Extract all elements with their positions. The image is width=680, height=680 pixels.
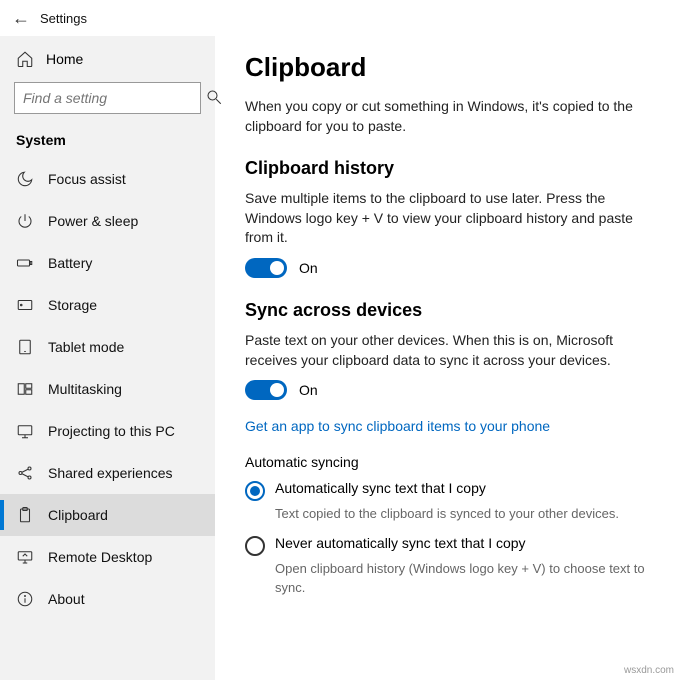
sidebar: Home System Focus assist Power & sleep Bat… (0, 36, 215, 680)
sidebar-item-label: About (48, 591, 85, 607)
sidebar-item-label: Focus assist (48, 171, 126, 187)
multitask-icon (16, 380, 34, 398)
titlebar: ← Settings (0, 0, 680, 36)
power-icon (16, 212, 34, 230)
radio-1-label: Never automatically sync text that I cop… (275, 535, 526, 551)
about-icon (16, 590, 34, 608)
battery-icon (16, 254, 34, 272)
radio-0-desc: Text copied to the clipboard is synced t… (275, 505, 650, 523)
sidebar-item-label: Tablet mode (48, 339, 124, 355)
sidebar-item-storage[interactable]: Storage (0, 284, 215, 326)
sidebar-item-multitasking[interactable]: Multitasking (0, 368, 215, 410)
radio-0[interactable] (245, 481, 265, 501)
sidebar-item-label: Remote Desktop (48, 549, 152, 565)
sidebar-item-focus-assist[interactable]: Focus assist (0, 158, 215, 200)
history-desc: Save multiple items to the clipboard to … (245, 189, 650, 248)
sync-heading: Sync across devices (245, 300, 650, 321)
sidebar-item-shared-experiences[interactable]: Shared experiences (0, 452, 215, 494)
sidebar-item-label: Battery (48, 255, 92, 271)
radio-1-desc: Open clipboard history (Windows logo key… (275, 560, 650, 596)
remote-icon (16, 548, 34, 566)
sidebar-item-label: Power & sleep (48, 213, 138, 229)
sidebar-item-label: Shared experiences (48, 465, 173, 481)
shared-icon (16, 464, 34, 482)
sync-app-link[interactable]: Get an app to sync clipboard items to yo… (245, 418, 550, 434)
sidebar-item-remote-desktop[interactable]: Remote Desktop (0, 536, 215, 578)
watermark: wsxdn.com (624, 665, 674, 676)
moon-icon (16, 170, 34, 188)
history-toggle[interactable] (245, 258, 287, 278)
tablet-icon (16, 338, 34, 356)
radio-1[interactable] (245, 536, 265, 556)
sidebar-item-label: Clipboard (48, 507, 108, 523)
auto-sync-heading: Automatic syncing (245, 454, 650, 470)
back-button[interactable]: ← (12, 8, 40, 29)
sync-toggle[interactable] (245, 380, 287, 400)
sidebar-item-tablet-mode[interactable]: Tablet mode (0, 326, 215, 368)
sidebar-category: System (0, 124, 215, 158)
radio-0-label: Automatically sync text that I copy (275, 480, 486, 496)
window-title: Settings (40, 11, 87, 26)
content: Clipboard When you copy or cut something… (215, 36, 680, 680)
sync-toggle-label: On (299, 382, 318, 398)
sidebar-item-about[interactable]: About (0, 578, 215, 620)
search-box[interactable] (14, 82, 201, 114)
home-icon (16, 50, 34, 68)
sync-desc: Paste text on your other devices. When t… (245, 331, 650, 370)
sidebar-home-label: Home (46, 51, 83, 67)
search-input[interactable] (23, 90, 205, 106)
intro-text: When you copy or cut something in Window… (245, 97, 650, 136)
clipboard-icon (16, 506, 34, 524)
sidebar-item-label: Storage (48, 297, 97, 313)
sidebar-item-battery[interactable]: Battery (0, 242, 215, 284)
sidebar-home[interactable]: Home (0, 40, 215, 78)
sidebar-item-projecting-to-this-pc[interactable]: Projecting to this PC (0, 410, 215, 452)
sidebar-item-label: Multitasking (48, 381, 122, 397)
project-icon (16, 422, 34, 440)
history-toggle-label: On (299, 260, 318, 276)
sidebar-item-power-sleep[interactable]: Power & sleep (0, 200, 215, 242)
page-title: Clipboard (245, 52, 650, 83)
storage-icon (16, 296, 34, 314)
history-heading: Clipboard history (245, 158, 650, 179)
sidebar-item-clipboard[interactable]: Clipboard (0, 494, 215, 536)
sidebar-nav: Focus assist Power & sleep Battery Storage T… (0, 158, 215, 680)
sidebar-item-label: Projecting to this PC (48, 423, 175, 439)
